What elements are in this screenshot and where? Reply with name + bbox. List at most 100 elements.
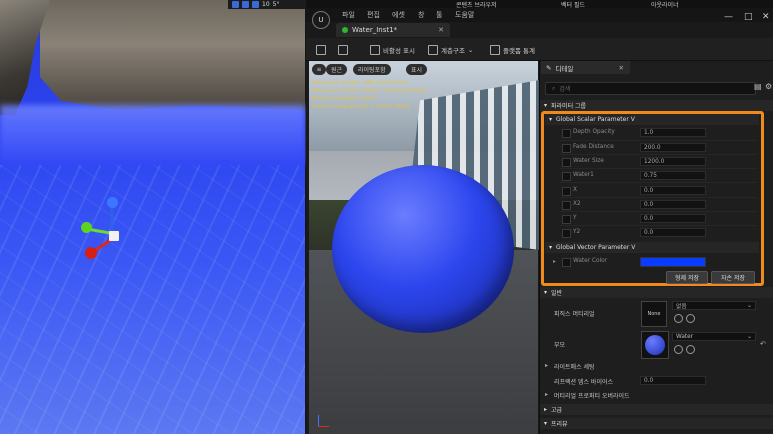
gizmo-handle-x[interactable] xyxy=(85,247,97,259)
hierarchy-dropdown[interactable]: 계층구조 ⌄ xyxy=(428,45,473,55)
preview-sphere xyxy=(332,165,514,333)
browse-asset-icon[interactable] xyxy=(686,345,695,354)
angle-snap-value[interactable]: 5° xyxy=(273,1,280,8)
param-name: Water Color xyxy=(573,258,608,264)
phys-material-thumbnail[interactable]: None xyxy=(641,301,667,327)
lightmass-label[interactable]: 라이트매스 세팅 xyxy=(554,362,595,371)
save-child-button[interactable]: 자손 저장 xyxy=(711,271,755,284)
material-instance-icon xyxy=(342,27,348,33)
menu-tools[interactable]: 툴 xyxy=(436,10,442,20)
param-enable-checkbox[interactable] xyxy=(562,229,571,238)
phys-material-label: 피직스 머티리얼 xyxy=(554,311,595,318)
gizmo-center[interactable] xyxy=(109,231,119,241)
section-general[interactable]: ▾ 일반 xyxy=(540,287,773,298)
show-inactive-button[interactable]: 비활성 표시 xyxy=(370,45,415,55)
param-value-field[interactable]: 0.0 xyxy=(640,186,706,195)
param-enable-checkbox[interactable] xyxy=(562,258,571,267)
chevron-down-icon: ⌄ xyxy=(467,46,474,54)
rock-cliff xyxy=(40,0,305,110)
param-value-field[interactable]: 0.0 xyxy=(640,214,706,223)
menu-file[interactable]: 파일 xyxy=(342,10,355,20)
section-preview[interactable]: ▾ 프리뷰 xyxy=(540,418,773,429)
param-value-field[interactable]: 200.0 xyxy=(640,143,706,152)
section-parameter-groups[interactable]: ▾ 파라미터 그룹 xyxy=(540,100,773,111)
param-value-field[interactable]: 0.0 xyxy=(640,200,706,209)
minimize-button[interactable]: — xyxy=(724,12,733,22)
group-label: Global Scalar Parameter V xyxy=(556,116,635,123)
param-enable-checkbox[interactable] xyxy=(562,201,571,210)
param-enable-checkbox[interactable] xyxy=(562,187,571,196)
details-search-input[interactable]: ⌕ 검색 xyxy=(545,82,756,95)
chevron-down-icon: ▾ xyxy=(544,289,548,296)
menu-help[interactable]: 도움말 xyxy=(455,10,474,20)
tree-icon xyxy=(428,45,438,55)
grid-snap-value[interactable]: 10 xyxy=(262,1,270,8)
phys-material-value: 없음 xyxy=(676,304,687,310)
use-selected-icon[interactable] xyxy=(674,314,683,323)
stat-line: Texture Lookups (Est.): VS(0), PS(8) xyxy=(312,104,410,110)
chevron-right-icon: ▸ xyxy=(544,406,548,413)
water-color-swatch[interactable] xyxy=(640,257,706,267)
row-divider xyxy=(560,182,757,183)
rotate-icon[interactable] xyxy=(252,1,259,8)
chevron-down-icon: ▾ xyxy=(549,116,553,123)
perspective-button[interactable]: 원근 xyxy=(326,64,348,75)
param-value-field[interactable]: 1.0 xyxy=(640,128,706,137)
use-selected-icon[interactable] xyxy=(674,345,683,354)
viewport-options-button[interactable]: ≡ xyxy=(312,64,326,75)
param-name: X xyxy=(573,187,577,193)
show-button[interactable]: 표시 xyxy=(406,64,428,75)
close-button[interactable]: ✕ xyxy=(762,12,770,22)
param-enable-checkbox[interactable] xyxy=(562,215,571,224)
water-surface-near xyxy=(0,165,305,434)
tab-close-icon[interactable]: ✕ xyxy=(438,26,444,34)
row-divider xyxy=(560,225,757,226)
details-tab-close-icon[interactable]: ✕ xyxy=(619,64,624,72)
menu-edit[interactable]: 편집 xyxy=(367,10,380,20)
phys-material-dropdown[interactable]: 없음 ⌄ xyxy=(672,301,756,310)
hierarchy-icon xyxy=(370,45,380,55)
tab-details[interactable]: ✎ 디테일 ✕ xyxy=(541,61,630,74)
stats-icon xyxy=(490,45,500,55)
param-enable-checkbox[interactable] xyxy=(562,144,571,153)
param-enable-checkbox[interactable] xyxy=(562,172,571,181)
reset-arrow-icon[interactable]: ↶ xyxy=(760,340,766,348)
section-advanced[interactable]: ▸ 고급 xyxy=(540,404,773,415)
save-button[interactable] xyxy=(316,45,326,55)
param-value-field[interactable]: 0.75 xyxy=(640,171,706,180)
details-tab-label: 디테일 xyxy=(555,64,574,73)
refraction-value-field[interactable]: 0.0 xyxy=(640,376,706,385)
gizmo-handle-y[interactable] xyxy=(81,222,92,233)
parent-thumbnail[interactable] xyxy=(641,331,669,359)
save-sibling-button[interactable]: 형제 저장 xyxy=(666,271,708,284)
view-options-icon[interactable]: ▤ xyxy=(754,82,762,91)
override-label[interactable]: 머티리얼 프로퍼티 오버라이드 xyxy=(554,391,630,400)
stat-line: Texture samplers: 6/16 xyxy=(312,96,375,102)
platform-stats-button[interactable]: 플랫폼 통계 xyxy=(490,45,535,55)
search-icon: ⌕ xyxy=(552,84,556,92)
menu-asset[interactable]: 에셋 xyxy=(392,10,405,20)
param-value-field[interactable]: 0.0 xyxy=(640,228,706,237)
param-enable-checkbox[interactable] xyxy=(562,158,571,167)
expand-arrow-icon[interactable]: ▸ xyxy=(545,362,548,369)
gizmo-handle-z[interactable] xyxy=(107,197,118,208)
move-icon[interactable] xyxy=(242,1,249,8)
expand-arrow-icon[interactable]: ▸ xyxy=(545,391,548,398)
maximize-button[interactable]: □ xyxy=(744,12,753,22)
browse-asset-icon[interactable] xyxy=(686,314,695,323)
browse-button[interactable] xyxy=(338,45,348,55)
parent-dropdown[interactable]: Water ⌄ xyxy=(672,332,756,341)
param-value-field[interactable]: 1200.0 xyxy=(640,157,706,166)
menu-window[interactable]: 창 xyxy=(418,10,424,20)
expand-arrow-icon[interactable]: ▸ xyxy=(553,258,556,265)
settings-gear-icon[interactable]: ⚙ xyxy=(765,82,772,91)
tab-water-inst1[interactable]: Water_Inst1* ✕ xyxy=(336,23,450,37)
lit-button[interactable]: 라이팅포함 xyxy=(353,64,391,75)
row-divider xyxy=(560,197,757,198)
group-global-vector[interactable]: ▾ Global Vector Parameter V xyxy=(545,242,759,253)
refraction-label: 리프랙션 뎁스 바이어스 xyxy=(554,379,614,386)
hierarchy-label: 계층구조 xyxy=(441,47,465,55)
group-global-scalar[interactable]: ▾ Global Scalar Parameter V xyxy=(545,114,759,125)
select-icon[interactable] xyxy=(232,1,239,8)
param-enable-checkbox[interactable] xyxy=(562,129,571,138)
